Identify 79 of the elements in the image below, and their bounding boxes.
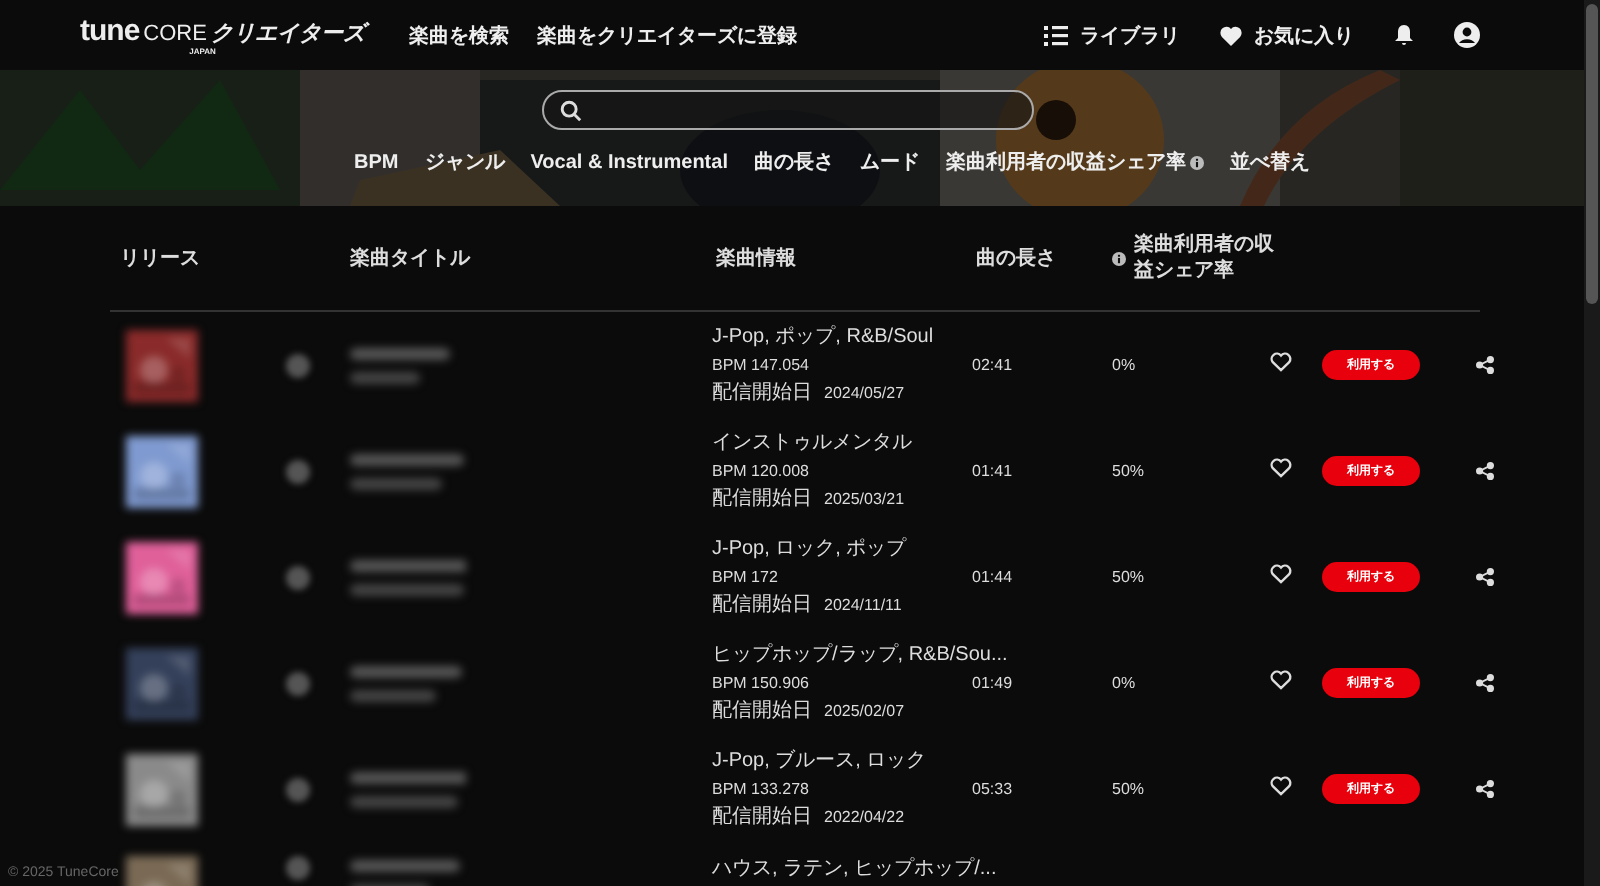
share-icon[interactable]	[1476, 356, 1494, 374]
filter-option[interactable]: ジャンル	[424, 148, 505, 176]
logo-text[interactable]: tune	[80, 14, 140, 48]
nav-link[interactable]: 楽曲をクリエイターズに登録	[536, 21, 797, 49]
share-icon[interactable]	[1476, 674, 1494, 692]
dot-icon	[286, 856, 310, 880]
bpm-text: BPM 120.008	[712, 462, 811, 480]
column-header: 楽曲タイトル	[348, 245, 473, 272]
filter-option[interactable]: 曲の長さ	[753, 148, 834, 176]
release-date: 2025/03/21	[824, 490, 905, 508]
genre-text: J-Pop, ロック, ポップ	[712, 535, 909, 562]
share-rate-text: 50%	[1110, 568, 1147, 586]
share-rate-text: 0%	[1110, 674, 1138, 692]
list-icon	[1044, 25, 1068, 45]
dot-icon	[286, 777, 310, 801]
genre-text: インストゥルメンタル	[712, 429, 914, 456]
column-header: 楽曲利用者の収益シェア率	[1134, 232, 1274, 284]
bpm-text: BPM 147.054	[712, 356, 811, 374]
column-header: 曲の長さ	[974, 245, 1058, 272]
help-icon[interactable]	[1189, 155, 1204, 169]
length-text: 01:41	[970, 462, 1015, 480]
blurred-title-drawing	[346, 555, 466, 599]
blurred-title-drawing	[346, 661, 466, 705]
genre-text: J-Pop, ブルース, ロック	[712, 747, 929, 774]
dot-icon	[286, 565, 310, 589]
blurred-title-drawing	[346, 449, 466, 493]
filter-option[interactable]: BPM	[354, 151, 399, 173]
scrollbar[interactable]	[1584, 0, 1600, 886]
heart-icon	[1220, 25, 1242, 45]
share-rate-text: 50%	[1110, 780, 1147, 798]
logo-text[interactable]: CORE	[143, 22, 207, 46]
library-link[interactable]: ライブラリ	[1080, 21, 1180, 49]
favorite-heart-icon[interactable]	[1270, 458, 1292, 478]
release-date-label: 配信開始日	[712, 804, 814, 831]
favorite-heart-icon[interactable]	[1270, 352, 1292, 372]
dot-icon	[286, 353, 310, 377]
genre-text: ハウス, ラテン, ヒップホップ/...	[712, 856, 999, 883]
dot-icon	[286, 459, 310, 483]
favorite-heart-icon[interactable]	[1270, 564, 1292, 584]
genre-text: ヒップホップ/ラップ, R&B/Sou...	[712, 641, 1010, 668]
share-icon[interactable]	[1476, 780, 1494, 798]
filter-option[interactable]: ムード	[859, 148, 920, 176]
length-text: 05:33	[970, 780, 1015, 798]
bpm-text: BPM 172	[712, 568, 780, 586]
release-date-label: 配信開始日	[712, 592, 814, 619]
column-header: リリース	[118, 246, 202, 272]
release-date: 2024/11/11	[824, 596, 902, 614]
length-text: 02:41	[970, 356, 1015, 374]
search-field[interactable]	[541, 90, 1033, 130]
blurred-title-drawing	[346, 767, 466, 811]
account-icon[interactable]	[1454, 22, 1480, 48]
length-text: 01:49	[970, 674, 1015, 692]
column-header: 楽曲情報	[714, 245, 798, 272]
share-rate-text: 50%	[1110, 462, 1147, 480]
search-icon	[559, 99, 581, 121]
help-icon[interactable]	[1112, 251, 1126, 265]
release-date-label: 配信開始日	[712, 698, 814, 725]
share-rate-text: 0%	[1110, 356, 1138, 374]
bpm-text: BPM 133.278	[712, 780, 811, 798]
favorite-heart-icon[interactable]	[1270, 776, 1292, 796]
filter-option[interactable]: 並べ替え	[1229, 148, 1310, 176]
filter-option[interactable]: 楽曲利用者の収益シェア率	[945, 148, 1186, 176]
share-icon[interactable]	[1476, 462, 1494, 480]
release-date: 2022/04/22	[824, 808, 905, 826]
release-date-label: 配信開始日	[712, 486, 814, 513]
favorites-link[interactable]: お気に入り	[1254, 21, 1354, 49]
dot-icon	[286, 671, 310, 695]
length-text: 01:44	[970, 568, 1015, 586]
logo-text[interactable]: クリエイターズ	[210, 18, 365, 48]
bpm-text: BPM 150.906	[712, 674, 811, 692]
share-icon[interactable]	[1476, 568, 1494, 586]
filter-option[interactable]: Vocal & Instrumental	[530, 151, 728, 173]
bell-icon[interactable]	[1394, 24, 1414, 46]
favorite-heart-icon[interactable]	[1270, 670, 1292, 690]
genre-text: J-Pop, ポップ, R&B/Soul	[712, 323, 936, 350]
release-date: 2024/05/27	[824, 384, 905, 402]
release-date-label: 配信開始日	[712, 380, 814, 407]
nav-link[interactable]: 楽曲を検索	[408, 21, 509, 49]
release-date: 2025/02/07	[824, 702, 905, 720]
